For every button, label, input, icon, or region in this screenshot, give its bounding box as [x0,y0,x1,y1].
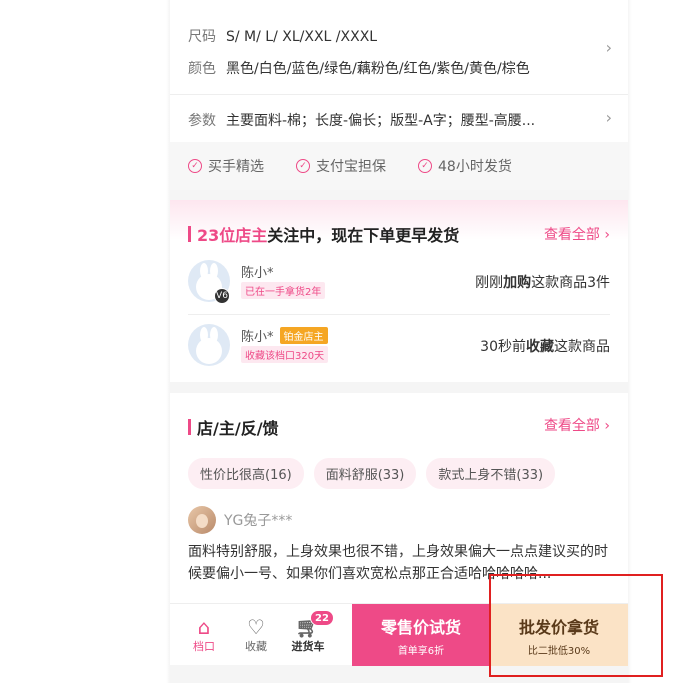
vip-badge-icon: V6 [214,288,230,304]
highlight-annotation-box [489,574,663,677]
param-key: 参数 [188,113,216,129]
divider [188,314,610,315]
promise-item: ✓ 48小时发货 [418,156,512,176]
avatar [188,506,216,534]
retail-button-label: 零售价试货 [380,617,461,637]
follower-name-text: 陈小* [241,330,274,345]
feedback-chip[interactable]: 款式上身不错(33) [426,458,556,489]
chevron-right-icon[interactable]: › [606,108,612,127]
retail-trial-button[interactable]: 零售价试货 首单享6折 [352,604,490,666]
size-row[interactable]: 尺码 S/ M/ L/ XL/XXL /XXXL [188,26,377,46]
follower-name: 陈小* 铂金店主 [241,326,328,345]
color-key: 颜色 [188,61,216,77]
param-value: 主要面料-棉；长度-偏长；版型-A字；腰型-高腰... [226,113,536,129]
title-accent-bar [188,419,191,435]
title-accent-bar [188,226,191,242]
follow-title: 23位店主 关注中，现在下单更早发货 [188,222,459,246]
nav-shop[interactable]: ⌂ 档口 [178,604,230,665]
color-value: 黑色/白色/蓝色/绿色/藕粉色/红色/紫色/黄色/棕色 [226,61,530,77]
promise-label: 支付宝担保 [316,159,386,175]
check-circle-icon: ✓ [188,159,202,173]
promise-item: ✓ 支付宝担保 [296,156,386,176]
follower-tag: 已在一手拿货2年 [241,282,326,299]
heart-icon: ♡ [247,614,265,639]
cart-count-badge: 22 [310,610,334,626]
color-row[interactable]: 颜色 黑色/白色/蓝色/绿色/藕粉色/红色/紫色/黄色/棕色 [188,58,530,78]
size-key: 尺码 [188,29,216,45]
follow-count: 23位店主 [197,226,268,245]
shop-icon: ⌂ [197,614,211,639]
feedback-user: YG兔子*** [188,506,292,534]
action-time: 刚刚 [475,275,504,291]
platinum-badge: 铂金店主 [279,327,328,344]
follower-tag: 收藏该档口320天 [241,346,329,363]
chevron-right-icon[interactable]: › [606,38,612,57]
follow-see-all-link[interactable]: 查看全部 › [544,224,610,244]
check-circle-icon: ✓ [296,159,310,173]
follower-action: 30秒前收藏这款商品 [480,336,610,356]
feedback-chip[interactable]: 面料舒服(33) [313,458,417,489]
nav-label: 进货车 [291,639,325,653]
promise-bar: ✓ 买手精选 ✓ 支付宝担保 ✓ 48小时发货 [170,142,628,190]
follow-title-text: 关注中，现在下单更早发货 [267,226,460,245]
promise-label: 48小时发货 [438,159,512,175]
nav-label: 档口 [193,639,215,653]
size-value: S/ M/ L/ XL/XXL /XXXL [226,29,378,45]
feedback-chip[interactable]: 性价比很高(16) [188,458,304,489]
retail-button-sublabel: 首单享6折 [397,645,445,657]
spec-card: 尺码 S/ M/ L/ XL/XXL /XXXL 颜色 黑色/白色/蓝色/绿色/藕粉… [170,0,628,190]
nav-favorite[interactable]: ♡ 收藏 [230,604,282,665]
feedback-chips: 性价比很高(16) 面料舒服(33) 款式上身不错(33) [188,458,556,489]
follower-name-text: 陈小* [241,266,274,281]
nav-cart[interactable]: 🛒︎ 22 进货车 [282,604,334,665]
follow-card: 23位店主 关注中，现在下单更早发货 查看全部 › V6 陈小* 已在一手拿货2年… [170,200,628,382]
action-verb: 加购 [503,275,532,291]
feedback-title-text: 店/主/反/馈 [197,419,279,438]
param-row[interactable]: 参数 主要面料-棉；长度-偏长；版型-A字；腰型-高腰... [188,110,535,130]
promise-item: ✓ 买手精选 [188,156,264,176]
divider [170,94,628,95]
follower-name: 陈小* [241,262,274,281]
action-detail: 这款商品 [554,339,610,355]
follower-row[interactable]: V6 陈小* 已在一手拿货2年 刚刚加购这款商品3件 [188,260,610,310]
promise-label: 买手精选 [208,159,264,175]
action-time: 30秒前 [480,339,526,355]
feedback-username: YG兔子*** [224,513,293,529]
feedback-card: 店/主/反/馈 查看全部 › 性价比很高(16) 面料舒服(33) 款式上身不错… [170,393,628,603]
feedback-title: 店/主/反/馈 [188,415,279,439]
action-verb: 收藏 [526,339,554,355]
feedback-see-all-link[interactable]: 查看全部 › [544,415,610,435]
avatar [188,324,230,366]
check-circle-icon: ✓ [418,159,432,173]
follower-action: 刚刚加购这款商品3件 [475,272,610,292]
nav-label: 收藏 [245,639,267,653]
action-detail: 这款商品3件 [531,275,610,291]
follower-row[interactable]: 陈小* 铂金店主 收藏该档口320天 30秒前收藏这款商品 [188,324,610,374]
